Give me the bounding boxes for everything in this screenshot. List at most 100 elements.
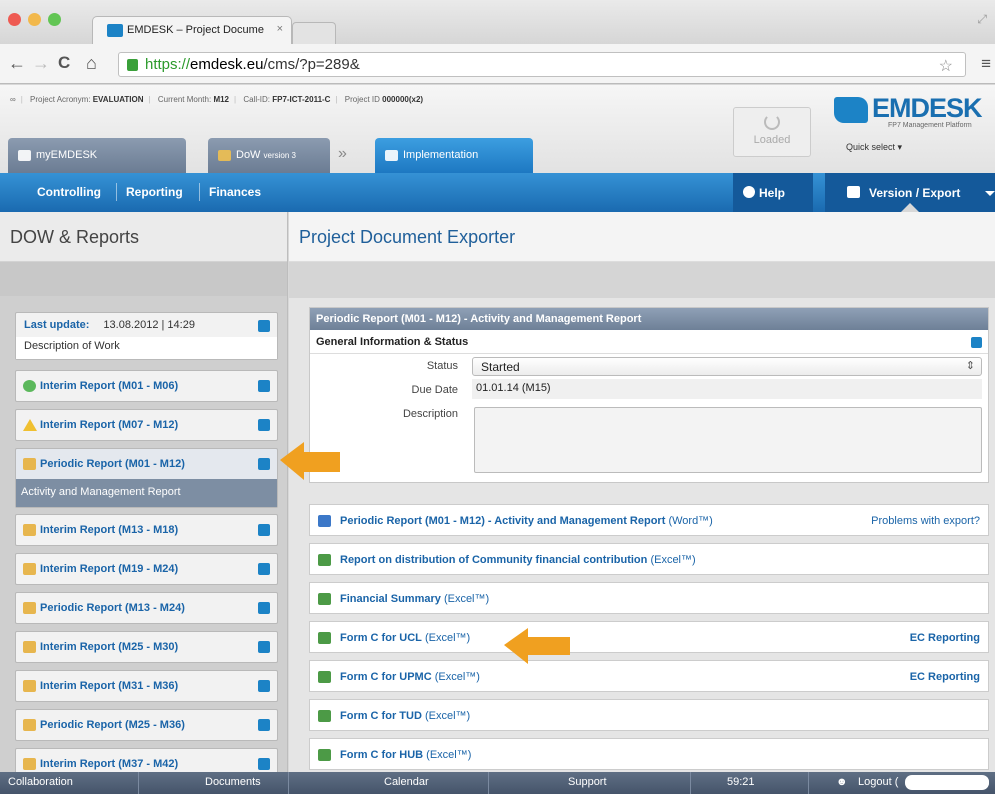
forward-arrow-icon[interactable]: → bbox=[32, 53, 50, 74]
export-row[interactable]: Form C for HUB (Excel™) bbox=[309, 738, 989, 770]
maximize-window-button[interactable] bbox=[48, 13, 61, 26]
export-row-title[interactable]: Form C for HUB bbox=[340, 749, 423, 761]
sidebar-item-report[interactable]: Interim Report (M01 - M06) bbox=[15, 370, 278, 402]
address-bar[interactable]: https://emdesk.eu/cms/?p=289& ☆ bbox=[118, 52, 966, 77]
edit-icon bbox=[218, 150, 231, 161]
main-toolbar bbox=[289, 262, 995, 298]
logout-link[interactable]: Logout ( bbox=[858, 776, 898, 788]
export-row-title[interactable]: Form C for TUD bbox=[340, 710, 422, 722]
sidebar-item-report[interactable]: Periodic Report (M13 - M24) bbox=[15, 592, 278, 624]
export-row[interactable]: Report on distribution of Community fina… bbox=[309, 543, 989, 575]
check-circle-icon bbox=[23, 380, 36, 392]
sidebar-item-subtitle[interactable]: Activity and Management Report bbox=[16, 479, 277, 507]
browser-menu-icon[interactable]: ≡ bbox=[981, 54, 991, 74]
expand-icon[interactable] bbox=[258, 320, 270, 332]
select-arrows-icon: ⇕ bbox=[965, 360, 975, 372]
expand-icon[interactable] bbox=[258, 758, 270, 770]
description-textarea[interactable] bbox=[474, 407, 982, 473]
nav-controlling[interactable]: Controlling bbox=[37, 185, 101, 199]
month-label: Current Month: bbox=[157, 95, 212, 104]
status-label: Status bbox=[426, 360, 458, 372]
nav-finances[interactable]: Finances bbox=[209, 185, 261, 199]
emdesk-favicon-icon bbox=[107, 24, 123, 37]
back-arrow-icon[interactable]: ← bbox=[8, 53, 26, 74]
export-row[interactable]: Financial Summary (Excel™) bbox=[309, 582, 989, 614]
sidebar-item-report[interactable]: Periodic Report (M01 - M12) Activity and … bbox=[15, 448, 278, 508]
page-title: Project Document Exporter bbox=[289, 212, 995, 262]
logo-text: EMDESK bbox=[872, 93, 983, 123]
collapse-icon[interactable] bbox=[971, 337, 982, 348]
export-row-title[interactable]: Report on distribution of Community fina… bbox=[340, 554, 647, 566]
export-row-title[interactable]: Form C for UCL bbox=[340, 632, 422, 644]
expand-icon[interactable] bbox=[258, 641, 270, 653]
bookmark-star-icon[interactable]: ☆ bbox=[939, 56, 953, 76]
sidebar-item-range: (M13 - M24) bbox=[124, 602, 185, 614]
home-icon[interactable]: ⌂ bbox=[86, 53, 97, 74]
export-row[interactable]: Periodic Report (M01 - M12) - Activity a… bbox=[309, 504, 989, 536]
reload-icon[interactable]: C bbox=[58, 53, 70, 73]
tab-dow-label: DoW bbox=[236, 149, 261, 161]
browser-tab[interactable]: EMDESK – Project Docume × bbox=[92, 16, 292, 44]
chevron-down-icon[interactable] bbox=[985, 191, 995, 196]
due-date-label: Due Date bbox=[411, 384, 458, 396]
call-label: Call-ID: bbox=[243, 95, 270, 104]
sidebar-item-report[interactable]: Interim Report (M13 - M18) bbox=[15, 514, 278, 546]
sidebar-item-title: Periodic Report bbox=[40, 719, 122, 731]
status-select[interactable]: Started ⇕ bbox=[472, 357, 982, 376]
acronym-value: EVALUATION bbox=[92, 95, 144, 104]
expand-icon[interactable] bbox=[258, 419, 270, 431]
expand-icon[interactable] bbox=[258, 563, 270, 575]
minimize-window-button[interactable] bbox=[28, 13, 41, 26]
expand-icon[interactable] bbox=[258, 458, 270, 470]
tab-implementation[interactable]: Implementation bbox=[375, 138, 533, 173]
description-of-work-link[interactable]: Description of Work bbox=[16, 337, 277, 359]
pid-label: Project ID bbox=[344, 95, 380, 104]
export-row[interactable]: Form C for UCL (Excel™) EC Reporting bbox=[309, 621, 989, 653]
chevron-right-icon: » bbox=[338, 145, 347, 162]
fullscreen-icon[interactable]: ⤢ bbox=[977, 12, 987, 27]
export-row-title[interactable]: Form C for UPMC bbox=[340, 671, 432, 683]
description-label: Description bbox=[402, 408, 458, 420]
logo-subtitle: FP7 Management Platform bbox=[888, 122, 972, 129]
export-row[interactable]: Form C for UPMC (Excel™) EC Reporting bbox=[309, 660, 989, 692]
version-export-button[interactable]: Version / Export bbox=[825, 173, 995, 212]
nav-reporting[interactable]: Reporting bbox=[126, 185, 183, 199]
emdesk-logo[interactable]: EMDESK FP7 Management Platform bbox=[834, 93, 994, 137]
tab-myemdesk[interactable]: myEMDESK bbox=[8, 138, 186, 173]
expand-icon[interactable] bbox=[258, 680, 270, 692]
bottom-collaboration[interactable]: Collaboration bbox=[8, 776, 73, 788]
sidebar-item-dow[interactable]: Last update: 13.08.2012 | 14:29 Descripti… bbox=[15, 312, 278, 360]
sidebar-item-report[interactable]: Interim Report (M07 - M12) bbox=[15, 409, 278, 441]
export-row-link[interactable]: EC Reporting bbox=[910, 632, 980, 644]
close-window-button[interactable] bbox=[8, 13, 21, 26]
help-label: Help bbox=[759, 186, 786, 200]
expand-icon[interactable] bbox=[258, 719, 270, 731]
export-row-format: (Word™) bbox=[668, 515, 713, 527]
help-button[interactable]: Help bbox=[733, 173, 813, 212]
sidebar-item-report[interactable]: Interim Report (M25 - M30) bbox=[15, 631, 278, 663]
export-row-title[interactable]: Periodic Report (M01 - M12) - Activity a… bbox=[340, 515, 665, 527]
new-tab-button[interactable] bbox=[292, 22, 336, 44]
sidebar-item-report[interactable]: Interim Report (M19 - M24) bbox=[15, 553, 278, 585]
export-row[interactable]: Form C for TUD (Excel™) bbox=[309, 699, 989, 731]
close-tab-icon[interactable]: × bbox=[277, 23, 283, 35]
sidebar-item-report[interactable]: Periodic Report (M25 - M36) bbox=[15, 709, 278, 741]
project-info-bar: ∞ | Project Acronym: EVALUATION | Current … bbox=[10, 95, 424, 104]
bottom-calendar[interactable]: Calendar bbox=[384, 776, 429, 788]
bottom-support[interactable]: Support bbox=[568, 776, 607, 788]
bottom-documents[interactable]: Documents bbox=[205, 776, 261, 788]
implementation-icon bbox=[385, 150, 398, 161]
quick-select-dropdown[interactable]: Quick select ▾ bbox=[846, 142, 902, 153]
expand-icon[interactable] bbox=[258, 524, 270, 536]
lock-open-icon bbox=[23, 719, 36, 731]
export-row-link[interactable]: Problems with export? bbox=[871, 515, 980, 527]
expand-icon[interactable] bbox=[258, 380, 270, 392]
tab-dow[interactable]: DoW version 3 bbox=[208, 138, 330, 173]
browser-toolbar: ← → C ⌂ https://emdesk.eu/cms/?p=289& ☆ … bbox=[0, 44, 995, 84]
expand-icon[interactable] bbox=[258, 602, 270, 614]
export-row-link[interactable]: EC Reporting bbox=[910, 671, 980, 683]
sidebar-item-report[interactable]: Interim Report (M31 - M36) bbox=[15, 670, 278, 702]
general-info-label: General Information & Status bbox=[316, 336, 469, 348]
export-row-title[interactable]: Financial Summary bbox=[340, 593, 441, 605]
main-content: Project Document Exporter Periodic Repor… bbox=[289, 212, 995, 772]
